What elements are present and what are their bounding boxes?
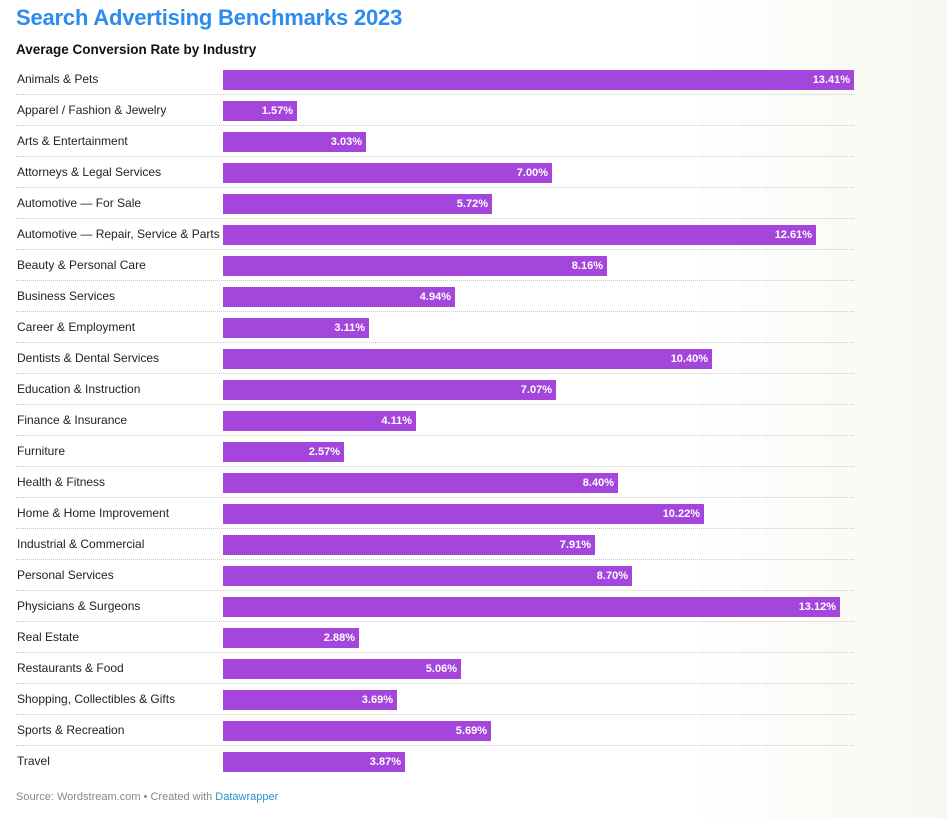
category-label: Sports & Recreation	[17, 723, 125, 737]
value-label: 2.57%	[308, 446, 340, 458]
bar: 1.57%	[223, 101, 297, 121]
chart-row: Apparel / Fashion & Jewelry 1.57%	[16, 95, 854, 126]
chart-row: Furniture 2.57%	[16, 436, 854, 467]
chart-row: Real Estate 2.88%	[16, 622, 854, 653]
category-label: Furniture	[17, 444, 66, 458]
category-label: Shopping, Collectibles & Gifts	[17, 692, 176, 706]
category-label: Attorneys & Legal Services	[17, 165, 162, 179]
chart-row: Education & Instruction 7.07%	[16, 374, 854, 405]
value-label: 7.91%	[559, 539, 591, 551]
category-label: Home & Home Improvement	[17, 506, 170, 520]
category-label: Personal Services	[17, 568, 114, 582]
bar: 10.40%	[223, 349, 712, 369]
value-label: 13.41%	[812, 74, 850, 86]
bar: 7.07%	[223, 380, 556, 400]
chart-row: Automotive — For Sale 5.72%	[16, 188, 854, 219]
value-label: 3.11%	[334, 322, 365, 334]
bar: 7.00%	[223, 163, 552, 183]
category-label: Animals & Pets	[17, 72, 99, 86]
bar: 2.88%	[223, 628, 359, 648]
value-label: 4.94%	[419, 291, 451, 303]
value-label: 8.16%	[571, 260, 603, 272]
datawrapper-link[interactable]: Datawrapper	[215, 791, 278, 803]
chart-row: Industrial & Commercial 7.91%	[16, 529, 854, 560]
chart-row: Beauty & Personal Care 8.16%	[16, 250, 854, 281]
bar: 8.16%	[223, 256, 607, 276]
category-label: Apparel / Fashion & Jewelry	[17, 103, 167, 117]
value-label: 5.72%	[456, 198, 488, 210]
category-label: Industrial & Commercial	[17, 537, 145, 551]
value-label: 8.70%	[596, 570, 628, 582]
chart-row: Home & Home Improvement 10.22%	[16, 498, 854, 529]
value-label: 3.03%	[330, 136, 362, 148]
bar: 5.69%	[223, 721, 491, 741]
value-label: 1.57%	[261, 105, 293, 117]
category-label: Finance & Insurance	[17, 413, 128, 427]
bar: 3.11%	[223, 318, 369, 338]
bar: 8.40%	[223, 473, 618, 493]
bar: 2.57%	[223, 442, 344, 462]
chart-row: Attorneys & Legal Services 7.00%	[16, 157, 854, 188]
chart-row: Dentists & Dental Services 10.40%	[16, 343, 854, 374]
category-label: Education & Instruction	[17, 382, 141, 396]
value-label: 7.00%	[516, 167, 548, 179]
category-label: Arts & Entertainment	[17, 134, 128, 148]
value-label: 8.40%	[582, 477, 614, 489]
bar: 7.91%	[223, 535, 595, 555]
value-label: 3.87%	[369, 756, 401, 768]
bar: 5.06%	[223, 659, 461, 679]
chart-row: Health & Fitness 8.40%	[16, 467, 854, 498]
chart-row: Personal Services 8.70%	[16, 560, 854, 591]
chart-row: Physicians & Surgeons 13.12%	[16, 591, 854, 622]
chart-row: Business Services 4.94%	[16, 281, 854, 312]
chart-row: Shopping, Collectibles & Gifts 3.69%	[16, 684, 854, 715]
chart-title: Search Advertising Benchmarks 2023	[16, 5, 403, 30]
bar: 13.41%	[223, 70, 854, 90]
value-label: 10.22%	[662, 508, 700, 520]
bar: 13.12%	[223, 597, 840, 617]
bar: 3.03%	[223, 132, 366, 152]
chart-row: Arts & Entertainment 3.03%	[16, 126, 854, 157]
category-label: Real Estate	[17, 630, 80, 644]
chart-footer: Source: Wordstream.com • Created with Da…	[16, 791, 278, 803]
chart-row: Career & Employment 3.11%	[16, 312, 854, 343]
value-label: 10.40%	[670, 353, 708, 365]
value-label: 5.69%	[455, 725, 487, 737]
chart-row: Animals & Pets 13.41%	[16, 64, 854, 95]
bar: 12.61%	[223, 225, 816, 245]
category-label: Travel	[17, 754, 50, 768]
category-label: Automotive — For Sale	[17, 196, 142, 210]
category-label: Automotive — Repair, Service & Parts	[17, 227, 220, 241]
category-label: Dentists & Dental Services	[17, 351, 160, 365]
bar: 8.70%	[223, 566, 632, 586]
bar: 5.72%	[223, 194, 492, 214]
source-text: Source: Wordstream.com • Created with	[16, 791, 216, 803]
value-label: 5.06%	[425, 663, 457, 675]
bar: 3.87%	[223, 752, 405, 772]
category-label: Business Services	[17, 289, 116, 303]
value-label: 3.69%	[361, 694, 393, 706]
value-label: 4.11%	[381, 415, 412, 427]
chart-row: Restaurants & Food 5.06%	[16, 653, 854, 684]
category-label: Health & Fitness	[17, 475, 106, 489]
chart-row: Travel 3.87%	[16, 746, 854, 777]
category-label: Career & Employment	[17, 320, 136, 334]
bar: 10.22%	[223, 504, 704, 524]
bar: 4.11%	[223, 411, 416, 431]
chart-subtitle: Average Conversion Rate by Industry	[16, 42, 257, 57]
chart-row: Finance & Insurance 4.11%	[16, 405, 854, 436]
value-label: 12.61%	[774, 229, 812, 241]
category-label: Restaurants & Food	[17, 661, 124, 675]
category-label: Physicians & Surgeons	[17, 599, 141, 613]
value-label: 13.12%	[798, 601, 836, 613]
value-label: 7.07%	[520, 384, 552, 396]
bar: 3.69%	[223, 690, 397, 710]
value-label: 2.88%	[323, 632, 355, 644]
chart-row: Sports & Recreation 5.69%	[16, 715, 854, 746]
chart-row: Automotive — Repair, Service & Parts 12.6…	[16, 219, 854, 250]
bar: 4.94%	[223, 287, 455, 307]
category-label: Beauty & Personal Care	[17, 258, 146, 272]
